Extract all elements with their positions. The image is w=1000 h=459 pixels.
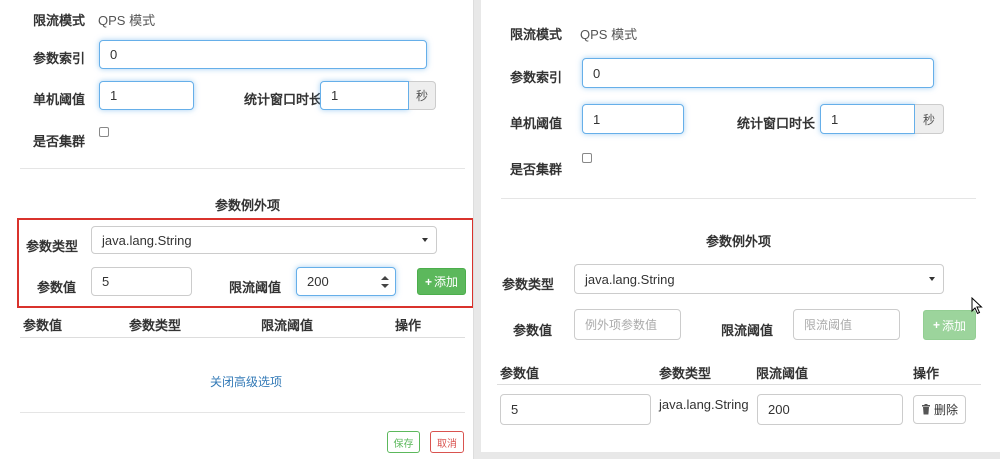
add-button-label: 添加 [942,318,967,333]
cancel-button[interactable]: 取消 [430,431,464,453]
window-unit: 秒 [915,104,944,134]
cluster-label: 是否集群 [33,134,86,149]
param-value-input[interactable]: 例外项参数值 [574,309,681,340]
threshold-input[interactable]: 1 [582,104,684,134]
divider [20,168,465,169]
cluster-checkbox[interactable] [99,127,109,137]
spinner-icon[interactable] [381,275,389,288]
table-header-threshold: 限流阈值 [261,318,314,333]
param-type-label: 参数类型 [502,277,555,292]
table-header-param-value: 参数值 [23,318,63,333]
row-param-value-input[interactable]: 5 [500,394,651,425]
plus-icon: + [424,274,432,289]
window-label: 统计窗口时长 [244,92,323,107]
cluster-checkbox[interactable] [582,153,592,163]
save-button[interactable]: 保存 [387,431,420,453]
window-unit: 秒 [409,81,436,110]
divider [501,198,976,199]
param-value-label: 参数值 [37,280,77,295]
delete-button-label: 删除 [933,403,958,417]
threshold-input[interactable]: 1 [99,81,194,110]
limit-mode-value: QPS 模式 [580,27,638,42]
limit-threshold-value: 200 [307,274,329,289]
param-type-value: java.lang.String [585,271,675,287]
limit-mode-label: 限流模式 [510,27,563,42]
param-type-label: 参数类型 [26,239,79,254]
param-index-input[interactable]: 0 [99,40,427,69]
table-header-divider [20,337,465,338]
param-type-value: java.lang.String [102,232,192,248]
param-type-select[interactable]: java.lang.String [574,264,944,294]
cluster-label: 是否集群 [510,162,563,177]
close-advanced-link[interactable]: 关闭高级选项 [210,373,282,390]
table-header-action: 操作 [913,366,940,381]
mouse-pointer-icon [971,297,983,315]
add-button[interactable]: + 添加 [417,268,466,295]
limit-mode-value: QPS 模式 [98,13,156,28]
param-index-input[interactable]: 0 [582,58,934,88]
table-header-param-type: 参数类型 [129,318,182,333]
param-value-label: 参数值 [513,323,553,338]
add-button-label: 添加 [434,275,459,289]
limit-mode-label: 限流模式 [33,13,86,28]
window-input[interactable]: 1 [320,81,409,110]
chevron-down-icon [929,277,935,281]
limit-threshold-label: 限流阈值 [229,280,282,295]
limit-threshold-label: 限流阈值 [721,323,774,338]
table-header-param-type: 参数类型 [659,366,712,381]
param-index-label: 参数索引 [33,51,86,66]
trash-icon [921,404,930,415]
window-label: 统计窗口时长 [737,116,816,131]
row-param-type: java.lang.String [659,397,749,412]
param-type-select[interactable]: java.lang.String [91,226,437,254]
limit-threshold-input[interactable]: 200 [296,267,396,296]
param-index-label: 参数索引 [510,70,563,85]
left-panel: 限流模式 QPS 模式 参数索引 0 单机阈值 1 统计窗口时长 1 秒 是否集… [0,0,474,459]
table-header-param-value: 参数值 [500,366,540,381]
exception-title: 参数例外项 [706,234,772,249]
delete-button[interactable]: 删除 [913,395,966,424]
limit-threshold-input[interactable]: 限流阈值 [793,309,900,340]
param-value-input[interactable]: 5 [91,267,192,296]
threshold-label: 单机阈值 [33,92,86,107]
table-header-action: 操作 [395,318,422,333]
table-header-divider [497,384,981,385]
right-panel: 限流模式 QPS 模式 参数索引 0 单机阈值 1 统计窗口时长 1 秒 是否集… [481,0,1000,452]
window-input[interactable]: 1 [820,104,915,134]
exception-title: 参数例外项 [215,198,281,213]
table-header-threshold: 限流阈值 [756,366,809,381]
footer-divider [20,412,465,413]
threshold-label: 单机阈值 [510,116,563,131]
chevron-down-icon [422,238,428,242]
plus-icon: + [932,318,940,332]
add-button[interactable]: + 添加 [923,310,976,340]
row-threshold-input[interactable]: 200 [757,394,903,425]
